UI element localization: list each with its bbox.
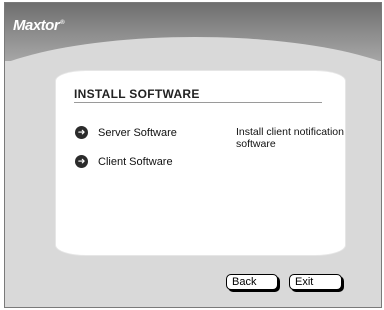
install-panel: INSTALL SOFTWARE ➜ Server Software ➜ Cli… xyxy=(56,71,345,255)
client-software-label: Client Software xyxy=(98,155,173,168)
option-description: Install client notification software xyxy=(236,126,344,150)
server-software-option[interactable]: ➜ Server Software xyxy=(75,126,177,139)
panel-title: INSTALL SOFTWARE xyxy=(74,87,200,101)
exit-button[interactable]: Exit xyxy=(289,274,342,290)
installer-window: Maxtor® INSTALL SOFTWARE ➜ Server Softwa… xyxy=(4,2,382,308)
arrow-right-circle-icon: ➜ xyxy=(75,126,88,139)
server-software-label: Server Software xyxy=(98,126,177,139)
maxtor-logo: Maxtor® xyxy=(13,17,65,34)
logo-text: Maxtor xyxy=(13,17,60,34)
registered-mark: ® xyxy=(60,20,65,26)
back-button[interactable]: Back xyxy=(226,274,278,290)
title-divider xyxy=(74,102,322,103)
arrow-right-circle-icon: ➜ xyxy=(75,155,88,168)
client-software-option[interactable]: ➜ Client Software xyxy=(75,155,173,168)
